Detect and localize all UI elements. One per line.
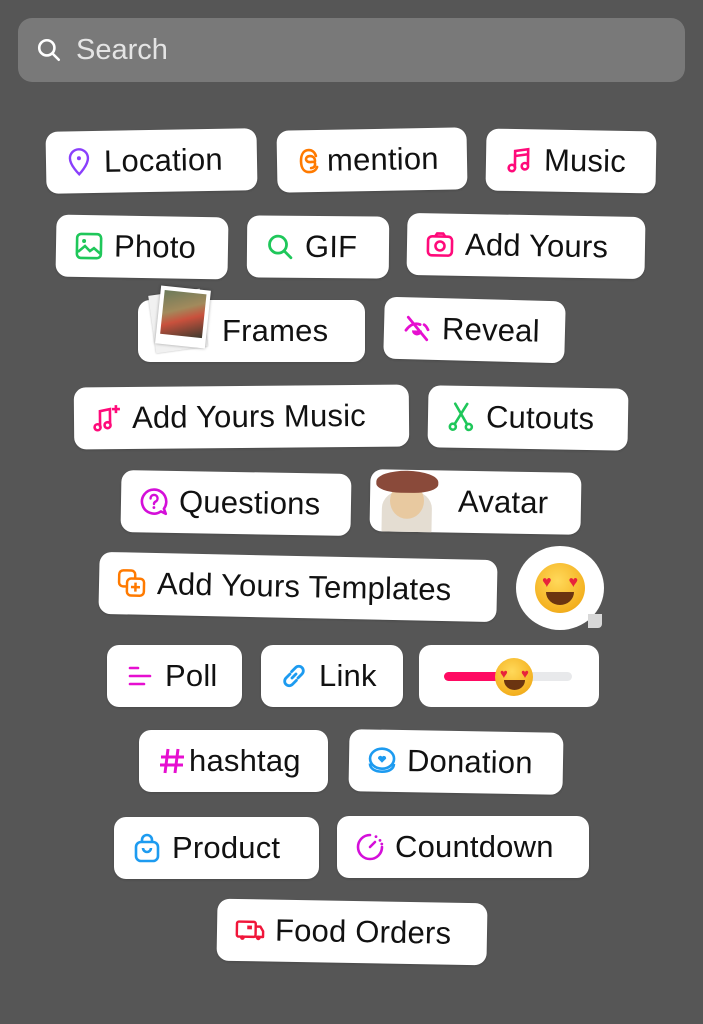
sticker-label: Countdown (395, 829, 554, 864)
food-truck-icon (235, 915, 266, 946)
sticker-label: mention (326, 140, 439, 178)
frames-sticker[interactable]: Frames (138, 285, 365, 362)
search-icon (265, 232, 295, 262)
emoji-slider-sticker[interactable]: ♥ ♥ (419, 645, 599, 707)
donation-heart-coin-icon (367, 745, 398, 776)
sticker-label: Music (543, 142, 627, 179)
shopping-bag-icon (132, 833, 162, 863)
sticker-label: Food Orders (274, 912, 452, 951)
emoji-reaction-sticker[interactable]: ♥ ♥ (516, 546, 604, 630)
sticker-label: Link (319, 658, 377, 693)
search-icon (37, 38, 61, 62)
search-input[interactable] (74, 32, 638, 68)
sticker-label: Questions (178, 484, 321, 522)
reveal-sticker[interactable]: Reveal (383, 296, 566, 364)
eye-slash-icon (402, 313, 433, 344)
question-bubble-icon (139, 486, 170, 517)
sticker-label: Add Yours (464, 226, 609, 265)
sticker-label: Frames (222, 313, 329, 348)
add-yours-music-sticker[interactable]: Add Yours Music (73, 384, 410, 450)
sticker-label: Add Yours Templates (156, 566, 452, 608)
camera-icon (425, 229, 456, 260)
sticker-label: Poll (165, 658, 218, 693)
cutouts-sticker[interactable]: Cutouts (427, 385, 629, 451)
heart-eyes-emoji-icon: ♥ ♥ (535, 563, 585, 613)
poll-bars-icon (125, 661, 155, 691)
music-add-icon (92, 403, 122, 433)
sticker-label: Cutouts (485, 399, 595, 437)
music-note-icon (504, 145, 535, 176)
link-chain-icon (279, 661, 309, 691)
sticker-label: Avatar (457, 483, 549, 521)
photo-sticker[interactable]: Photo (55, 214, 229, 280)
sticker-label: Donation (406, 743, 534, 781)
image-icon (74, 231, 105, 262)
avatar-thumbnail (371, 469, 444, 534)
heart-eyes-emoji-icon[interactable]: ♥ ♥ (495, 658, 534, 696)
countdown-sticker[interactable]: Countdown (337, 816, 589, 878)
product-sticker[interactable]: Product (114, 817, 319, 879)
sticker-label: Product (172, 830, 281, 865)
sticker-label: Location (103, 141, 224, 179)
location-sticker[interactable]: Location (45, 128, 258, 194)
slider-track: ♥ ♥ (444, 658, 572, 696)
add-yours-sticker[interactable]: Add Yours (406, 212, 646, 280)
frames-polaroid-thumbnail (148, 285, 211, 354)
mention-sticker[interactable]: mention (276, 127, 468, 193)
music-sticker[interactable]: Music (485, 128, 657, 194)
sticker-label: Photo (113, 228, 197, 265)
link-sticker[interactable]: Link (261, 645, 403, 707)
search-bar[interactable] (18, 18, 685, 82)
hashtag-icon (157, 746, 187, 776)
avatar-sticker[interactable]: Avatar (369, 469, 582, 535)
poll-sticker[interactable]: Poll (107, 645, 242, 707)
countdown-timer-icon (355, 832, 385, 862)
add-yours-templates-sticker[interactable]: Add Yours Templates (98, 551, 498, 623)
sticker-label: GIF (304, 228, 358, 265)
templates-add-icon (117, 568, 148, 599)
gif-sticker[interactable]: GIF (246, 215, 390, 279)
donation-sticker[interactable]: Donation (348, 729, 564, 795)
sticker-label: Add Yours Music (131, 397, 367, 435)
sticker-label: hashtag (189, 743, 301, 778)
questions-sticker[interactable]: Questions (120, 469, 352, 537)
food-orders-sticker[interactable]: Food Orders (216, 898, 488, 966)
threads-at-icon (295, 146, 326, 177)
sticker-label: Reveal (441, 311, 541, 349)
hashtag-sticker[interactable]: hashtag (139, 730, 328, 792)
location-pin-icon (64, 147, 95, 178)
scissors-icon (446, 402, 477, 433)
